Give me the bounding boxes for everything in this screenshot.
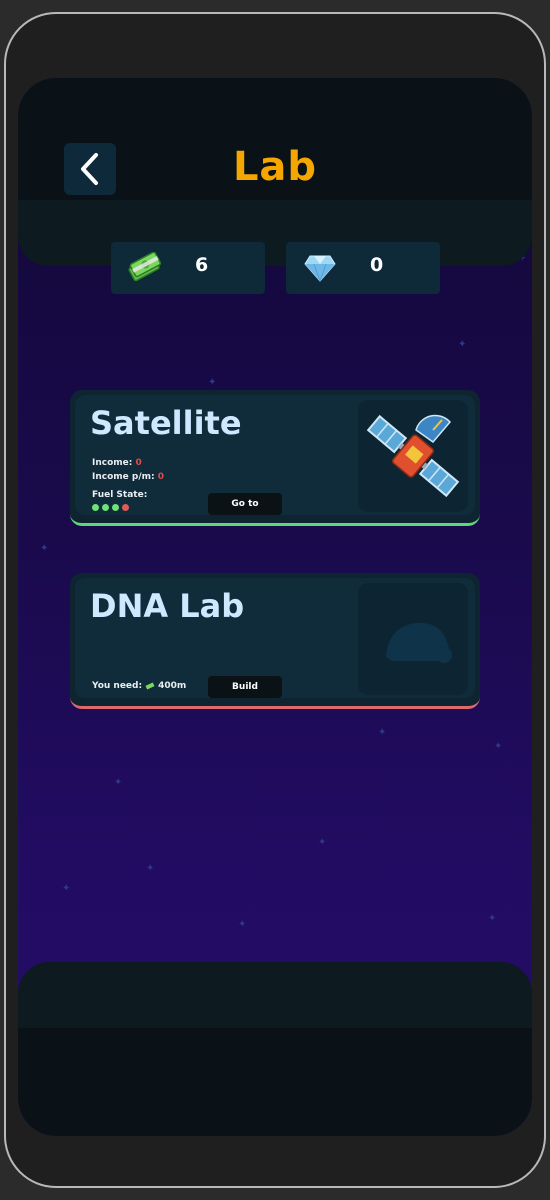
build-button[interactable]: Build (208, 676, 282, 698)
lab-title: Satellite (90, 404, 242, 442)
star: ✦ (318, 837, 327, 848)
star: ✦ (458, 339, 467, 350)
fuel-dot (102, 504, 109, 511)
page-title: Lab (232, 144, 318, 190)
dna-lab-icon (386, 622, 452, 663)
star: ✦ (62, 883, 71, 894)
income-pm-label: Income p/m: (92, 472, 155, 482)
fuel-dot (92, 504, 99, 511)
fuel-state-label: Fuel State: (92, 490, 148, 500)
lab-image-satellite (358, 400, 468, 512)
star: ✦ (146, 863, 155, 874)
cash-icon (128, 252, 162, 282)
fuel-state-indicator (92, 504, 129, 511)
star: ✦ (208, 377, 217, 388)
income-row: Income: 0 (92, 458, 142, 468)
diamond-icon (304, 255, 336, 282)
lab-title: DNA Lab (90, 587, 245, 625)
star: ✦ (114, 777, 123, 788)
income-label: Income: (92, 458, 133, 468)
requirement-label: You need: (92, 681, 143, 691)
lab-image-dna-lab (358, 583, 468, 695)
star: ✦ (494, 741, 503, 752)
satellite-icon (366, 414, 460, 498)
requirement-value: 400m (158, 681, 187, 691)
diamond-value: 0 (370, 254, 384, 276)
go-to-button[interactable]: Go to (208, 493, 282, 515)
cash-value: 6 (195, 254, 209, 276)
cash-counter: 6 (111, 242, 265, 294)
fuel-dot (122, 504, 129, 511)
bottom-bar (18, 962, 532, 1136)
cash-icon (145, 682, 155, 690)
star: ✦ (488, 913, 497, 924)
diamond-counter: 0 (286, 242, 440, 294)
income-pm-value: 0 (157, 472, 165, 482)
star: ✦ (40, 543, 49, 554)
bottom-bar-top (18, 962, 532, 1028)
app-screen: ✦ ✦ ✦ ✦ ✦ ✦ ✦ ✦ ✦ ✦ ✦ ✦ ✦ Lab 6 (18, 78, 532, 1136)
lab-card-satellite[interactable]: Satellite Income: 0 Income p/m: 0 Fuel S… (70, 390, 480, 526)
top-bar-lower (18, 200, 532, 266)
star: ✦ (238, 919, 247, 930)
income-pm-row: Income p/m: 0 (92, 472, 164, 482)
income-value: 0 (135, 458, 142, 468)
star: ✦ (378, 727, 387, 738)
requirement-row: You need: 400m (92, 681, 186, 691)
lab-card-dna-lab[interactable]: DNA Lab You need: 400m Build (70, 573, 480, 709)
fuel-dot (112, 504, 119, 511)
top-bar: Lab (18, 78, 532, 266)
